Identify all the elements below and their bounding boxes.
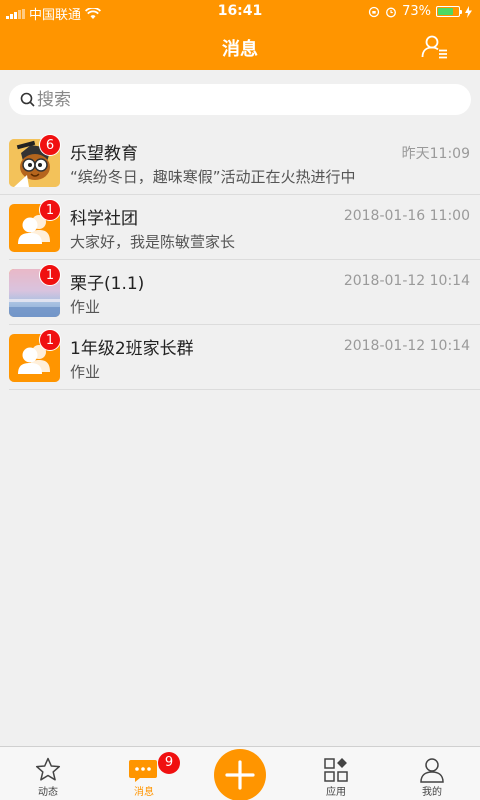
conversation-time: 昨天11:09	[401, 146, 470, 162]
conversation-preview: “缤纷冬日，趣味寒假”活动正在火热进行中	[70, 168, 356, 186]
chat-icon	[129, 760, 157, 782]
tab-label: 我的	[422, 787, 442, 798]
conversation-item[interactable]: 1 栗子(1.1) 作业 2018-01-12 10:14	[9, 260, 480, 325]
search-input[interactable]	[37, 88, 457, 111]
search-icon	[20, 92, 35, 107]
tab-feed[interactable]: 动态	[0, 747, 96, 800]
conversation-item[interactable]: 6 乐望教育 “缤纷冬日，趣味寒假”活动正在火热进行中 昨天11:09	[0, 130, 480, 195]
conversation-time: 2018-01-16 11:00	[343, 208, 470, 224]
tab-apps[interactable]: 应用	[288, 747, 384, 800]
battery-percent: 73%	[402, 4, 431, 19]
search-bar[interactable]	[9, 84, 471, 115]
page-title: 消息	[222, 39, 258, 60]
search-area	[0, 70, 480, 130]
apps-icon	[324, 758, 348, 782]
conversation-preview: 作业	[70, 363, 101, 381]
conversation-time: 2018-01-12 10:14	[343, 338, 470, 354]
tab-label: 消息	[134, 787, 154, 798]
tab-profile[interactable]: 我的	[384, 747, 480, 800]
conversation-name: 乐望教育	[70, 144, 138, 164]
nav-bar: 消息	[0, 24, 480, 70]
conversation-time: 2018-01-12 10:14	[343, 273, 470, 289]
profile-icon	[420, 758, 444, 783]
conversation-item[interactable]: 1 1年级2班家长群 作业 2018-01-12 10:14	[9, 325, 480, 390]
contacts-button[interactable]	[420, 32, 450, 62]
conversation-name: 1年级2班家长群	[70, 339, 194, 359]
conversation-list: 6 乐望教育 “缤纷冬日，趣味寒假”活动正在火热进行中 昨天11:09 1 科学…	[0, 130, 480, 390]
alarm-icon	[386, 7, 397, 17]
battery-icon	[436, 6, 462, 17]
tab-badge: 9	[158, 752, 180, 774]
conversation-name: 栗子(1.1)	[70, 274, 145, 294]
star-icon	[35, 757, 61, 781]
charging-icon	[465, 5, 472, 18]
unread-badge: 1	[39, 264, 61, 286]
status-bar: 中国联通 16:41 73%	[0, 0, 480, 24]
tab-messages[interactable]: 9 消息	[96, 747, 192, 800]
plus-icon	[225, 760, 255, 790]
unread-badge: 1	[39, 199, 61, 221]
conversation-name: 科学社团	[70, 209, 138, 229]
conversation-preview: 作业	[70, 298, 101, 316]
conversation-preview: 大家好，我是陈敏萱家长	[70, 233, 236, 251]
unread-badge: 6	[39, 134, 61, 156]
unread-badge: 1	[39, 329, 61, 351]
rotation-lock-icon	[368, 6, 380, 17]
conversation-item[interactable]: 1 科学社团 大家好，我是陈敏萱家长 2018-01-16 11:00	[9, 195, 480, 260]
tab-label: 动态	[38, 787, 58, 798]
tab-label: 应用	[326, 787, 346, 798]
contacts-icon	[421, 35, 447, 59]
compose-button[interactable]	[214, 749, 266, 800]
